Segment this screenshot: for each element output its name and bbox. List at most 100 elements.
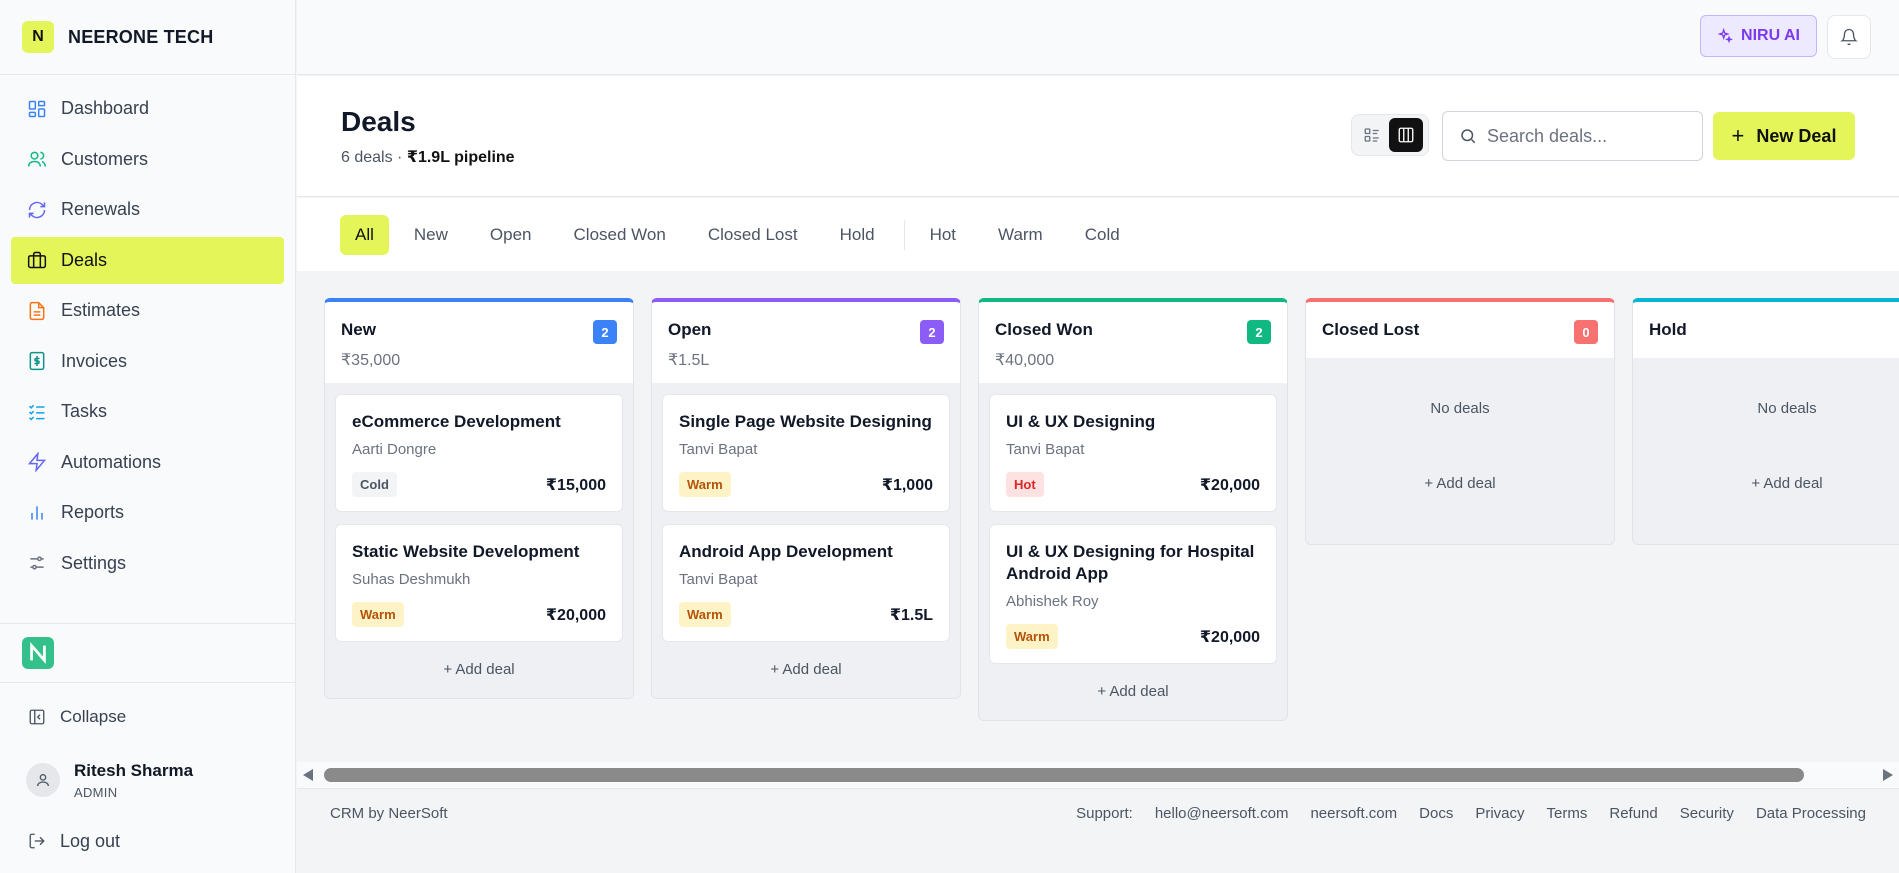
user-meta: Ritesh Sharma ADMIN [74, 761, 193, 800]
company-logo [22, 637, 54, 669]
sidebar-item-deals[interactable]: Deals [11, 236, 284, 284]
sidebar-item-estimates[interactable]: Estimates [11, 287, 284, 334]
footer-link-docs[interactable]: Docs [1419, 805, 1453, 822]
board-view-button[interactable] [1389, 118, 1423, 152]
scrollbar-thumb[interactable] [324, 768, 1804, 782]
scroll-left-arrow[interactable] [303, 769, 313, 781]
footer-link-privacy[interactable]: Privacy [1475, 805, 1524, 822]
deal-card[interactable]: Single Page Website Designing Tanvi Bapa… [662, 394, 950, 512]
temperature-badge: Warm [352, 602, 404, 627]
sidebar-item-label: Customers [61, 148, 149, 169]
deal-title: eCommerce Development [352, 412, 561, 431]
add-deal-button[interactable]: + Add deal [1633, 475, 1899, 492]
sidebar-footer: Collapse Ritesh Sharma ADMIN Log out [0, 623, 295, 873]
deal-contact: Tanvi Bapat [679, 441, 758, 458]
niru-ai-label: NIRU AI [1741, 27, 1800, 44]
sidebar: N NEERONE TECH Dashboard Customers Renew… [0, 0, 296, 873]
deal-card[interactable]: UI & UX Designing for Hospital Android A… [989, 524, 1277, 664]
column-body: No deals + Add deal [1306, 400, 1614, 492]
sidebar-item-label: Renewals [61, 199, 141, 219]
footer-link-security[interactable]: Security [1680, 805, 1734, 822]
new-deal-button[interactable]: + New Deal [1713, 112, 1855, 160]
sidebar-collapse-icon [29, 709, 45, 725]
user-name: Ritesh Sharma [74, 760, 194, 780]
footer-link-refund[interactable]: Refund [1609, 805, 1657, 822]
column-body: No deals + Add deal [1633, 400, 1899, 492]
user-profile[interactable]: Ritesh Sharma ADMIN [0, 751, 295, 809]
sidebar-item-tasks[interactable]: Tasks [11, 388, 284, 435]
filter-closed-won[interactable]: Closed Won [557, 215, 683, 255]
brand[interactable]: N NEERONE TECH [0, 0, 295, 75]
footer-link-email[interactable]: hello@neersoft.com [1155, 805, 1289, 822]
column-count-badge: 0 [1574, 320, 1598, 344]
add-deal-button[interactable]: + Add deal [1306, 475, 1614, 492]
sidebar-item-customers[interactable]: Customers [11, 136, 284, 183]
column-total: ₹1.5L [668, 352, 710, 369]
columns-icon [1398, 127, 1414, 143]
notifications-button[interactable] [1827, 15, 1871, 59]
niru-ai-button[interactable]: NIRU AI [1700, 15, 1817, 57]
sidebar-item-label: Automations [61, 451, 162, 472]
temperature-badge: Warm [679, 602, 731, 627]
sidebar-item-automations[interactable]: Automations [11, 439, 284, 486]
scroll-right-arrow[interactable] [1883, 769, 1893, 781]
sidebar-item-reports[interactable]: Reports [11, 489, 284, 536]
deal-footer: Hot ₹20,000 [1006, 472, 1260, 497]
deal-card[interactable]: UI & UX Designing Tanvi Bapat Hot ₹20,00… [989, 394, 1277, 512]
filter-warm[interactable]: Warm [981, 215, 1060, 255]
empty-state: No deals [1430, 400, 1490, 417]
document-icon [29, 301, 45, 320]
column-total: ₹40,000 [995, 352, 1055, 369]
bolt-icon [27, 452, 47, 472]
sidebar-item-dashboard[interactable]: Dashboard [11, 85, 284, 132]
column-title: Closed Won [995, 320, 1093, 339]
kanban-board: New ₹35,000 2 eCommerce Development Aart… [297, 271, 1899, 761]
brand-logo: N [22, 21, 54, 53]
sidebar-item-invoices[interactable]: Invoices [11, 338, 284, 385]
refresh-icon [28, 201, 46, 218]
footer-brand: CRM by NeerSoft [330, 805, 448, 822]
column-body: eCommerce Development Aarti Dongre Cold … [325, 383, 633, 686]
filter-all[interactable]: All [340, 214, 389, 255]
brand-name: NEERONE TECH [68, 26, 214, 47]
filter-closed-lost[interactable]: Closed Lost [691, 215, 815, 255]
column-body: Single Page Website Designing Tanvi Bapa… [652, 383, 960, 686]
deal-footer: Warm ₹1,000 [679, 472, 933, 497]
deal-card[interactable]: eCommerce Development Aarti Dongre Cold … [335, 394, 623, 512]
page-subtitle: 6 deals · ₹1.9L pipeline [341, 147, 515, 167]
footer-link-data-processing[interactable]: Data Processing [1756, 805, 1866, 822]
deal-contact: Aarti Dongre [352, 441, 437, 458]
search-box[interactable] [1442, 111, 1703, 161]
column-title: Hold [1649, 320, 1687, 339]
add-deal-button[interactable]: + Add deal [989, 676, 1277, 708]
sidebar-item-label: Settings [61, 552, 127, 573]
deal-contact: Suhas Deshmukh [352, 571, 471, 588]
deal-card[interactable]: Static Website Development Suhas Deshmuk… [335, 524, 623, 642]
checklist-icon [28, 404, 45, 421]
search-input[interactable] [1487, 125, 1677, 147]
new-deal-label: New Deal [1756, 125, 1837, 146]
deal-card[interactable]: Android App Development Tanvi Bapat Warm… [662, 524, 950, 642]
sidebar-item-settings[interactable]: Settings [11, 540, 284, 587]
footer-link-terms[interactable]: Terms [1547, 805, 1588, 822]
filter-hot[interactable]: Hot [913, 215, 973, 255]
footer-link-website[interactable]: neersoft.com [1310, 805, 1397, 822]
filter-new[interactable]: New [397, 215, 465, 255]
sliders-icon [30, 556, 44, 570]
add-deal-button[interactable]: + Add deal [335, 654, 623, 686]
column-header: Closed Won ₹40,000 2 [979, 302, 1287, 383]
avatar [26, 763, 60, 797]
horizontal-scrollbar[interactable] [297, 762, 1899, 788]
temperature-badge: Warm [679, 472, 731, 497]
add-deal-button[interactable]: + Add deal [662, 654, 950, 686]
sidebar-nav: Dashboard Customers Renewals Deals Estim… [0, 75, 295, 587]
logout-button[interactable]: Log out [0, 809, 295, 873]
column-closed-won: Closed Won ₹40,000 2 UI & UX Designing T… [978, 298, 1288, 721]
user-icon [37, 774, 49, 787]
filter-open[interactable]: Open [473, 215, 549, 255]
filter-cold[interactable]: Cold [1068, 215, 1137, 255]
filter-hold[interactable]: Hold [823, 215, 892, 255]
list-view-button[interactable] [1355, 118, 1389, 152]
collapse-button[interactable]: Collapse [0, 683, 295, 751]
sidebar-item-renewals[interactable]: Renewals [11, 186, 284, 233]
